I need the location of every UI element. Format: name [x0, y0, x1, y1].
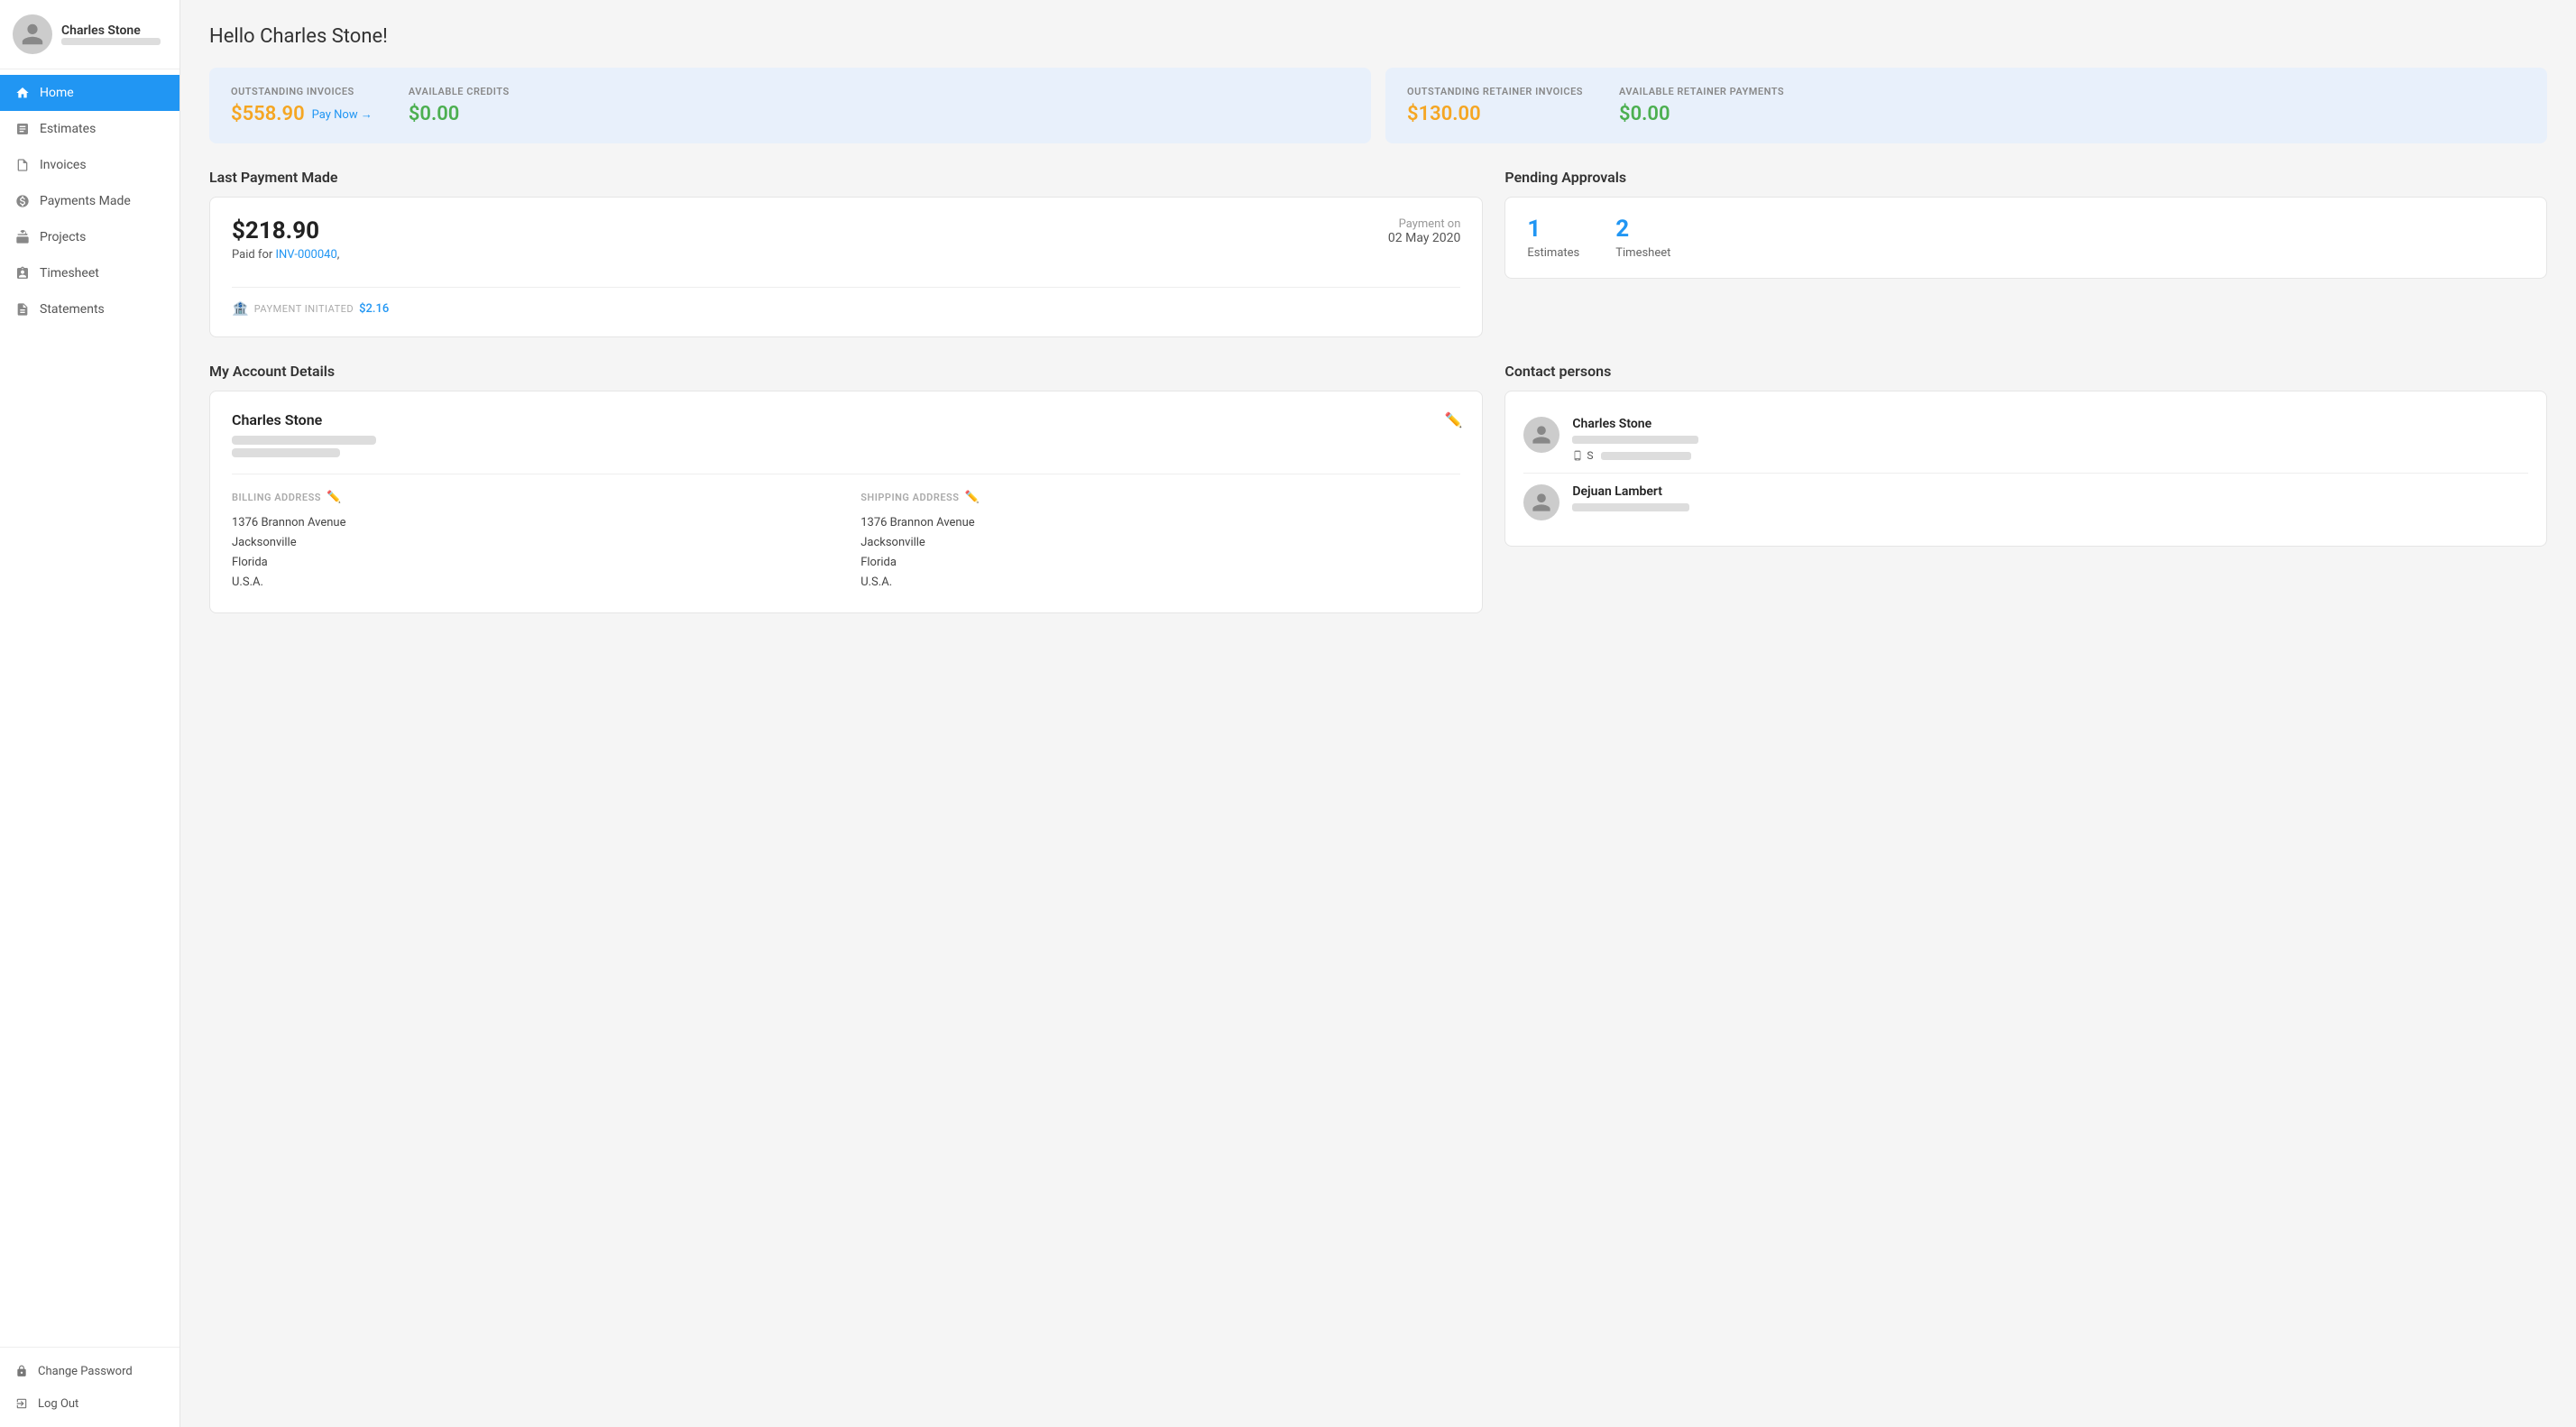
sidebar-user-info: Charles Stone	[61, 23, 161, 45]
projects-icon	[14, 229, 31, 245]
sidebar-item-timesheet[interactable]: Timesheet	[0, 255, 179, 291]
summary-row: OUTSTANDING INVOICES $558.90 Pay Now → A…	[209, 68, 2547, 143]
last-payment-desc: Paid for INV-000040,	[232, 248, 339, 262]
shipping-address-lines: 1376 Brannon AvenueJacksonvilleFloridaU.…	[860, 513, 1460, 593]
sidebar-email	[61, 38, 161, 45]
outstanding-invoices-item: OUTSTANDING INVOICES $558.90 Pay Now →	[231, 86, 373, 125]
outstanding-retainer-item: OUTSTANDING RETAINER INVOICES $130.00	[1407, 86, 1583, 125]
logout-icon	[14, 1396, 29, 1411]
pay-now-link[interactable]: Pay Now →	[312, 107, 373, 122]
address-row: BILLING ADDRESS ✏️ 1376 Brannon AvenueJa…	[232, 474, 1460, 593]
contact-phone: S	[1572, 449, 2528, 462]
home-icon	[14, 85, 31, 101]
contact-avatar-charles	[1523, 417, 1559, 453]
sidebar-item-projects[interactable]: Projects	[0, 219, 179, 255]
edit-billing-button[interactable]: ✏️	[327, 491, 342, 504]
timesheet-icon	[14, 265, 31, 281]
contact-email-blur	[1572, 436, 1698, 444]
contact-persons-card: Charles Stone S Dejua	[1504, 391, 2547, 547]
sidebar-item-statements[interactable]: Statements	[0, 291, 179, 327]
contact-person-dejuan: Dejuan Lambert	[1523, 473, 2528, 531]
edit-account-button[interactable]: ✏️	[1444, 411, 1462, 428]
account-details-col: My Account Details Charles Stone ✏️ BILL…	[209, 363, 1483, 613]
payment-initiated-row: 🏦 PAYMENT INITIATED $2.16	[232, 287, 1460, 317]
contact-info-dejuan: Dejuan Lambert	[1572, 484, 2528, 516]
phone-blur	[1601, 452, 1691, 460]
available-credits-item: AVAILABLE CREDITS $0.00	[409, 86, 510, 125]
pending-estimates-item: 1 Estimates	[1527, 216, 1579, 260]
contact-person-charles: Charles Stone S	[1523, 406, 2528, 473]
last-payment-col: Last Payment Made $218.90 Paid for INV-0…	[209, 169, 1483, 337]
summary-card-retainer: OUTSTANDING RETAINER INVOICES $130.00 AV…	[1385, 68, 2547, 143]
sidebar-item-payments[interactable]: Payments Made	[0, 183, 179, 219]
billing-address-lines: 1376 Brannon AvenueJacksonvilleFloridaU.…	[232, 513, 832, 593]
sidebar-item-log-out[interactable]: Log Out	[0, 1387, 179, 1420]
sidebar-item-home[interactable]: Home	[0, 75, 179, 111]
last-payment-card: $218.90 Paid for INV-000040, Payment on …	[209, 197, 1483, 337]
pending-timesheet-item: 2 Timesheet	[1615, 216, 1670, 260]
edit-shipping-button[interactable]: ✏️	[964, 491, 980, 504]
lock-icon	[14, 1364, 29, 1378]
sidebar-item-change-password[interactable]: Change Password	[0, 1355, 179, 1387]
payments-icon	[14, 193, 31, 209]
account-info-line-2	[232, 448, 340, 457]
sidebar-item-estimates[interactable]: Estimates	[0, 111, 179, 147]
estimates-icon	[14, 121, 31, 137]
contact-persons-col: Contact persons Charles Stone S	[1504, 363, 2547, 613]
sidebar-username: Charles Stone	[61, 23, 161, 38]
sidebar-bottom: Change Password Log Out	[0, 1347, 179, 1427]
sidebar-header: Charles Stone	[0, 0, 179, 69]
last-payment-right: Payment on 02 May 2020	[1388, 217, 1461, 245]
contact-info-charles: Charles Stone S	[1572, 417, 2528, 462]
available-retainer-item: AVAILABLE RETAINER PAYMENTS $0.00	[1619, 86, 1784, 125]
invoice-link[interactable]: INV-000040	[276, 248, 337, 262]
sidebar-nav: Home Estimates Invoices Payments Made	[0, 69, 179, 1347]
invoices-icon	[14, 157, 31, 173]
two-col-account: My Account Details Charles Stone ✏️ BILL…	[209, 363, 2547, 613]
last-payment-left: $218.90 Paid for INV-000040,	[232, 217, 339, 274]
main-content: Hello Charles Stone! OUTSTANDING INVOICE…	[180, 0, 2576, 1427]
outstanding-invoices-value: $558.90 Pay Now →	[231, 103, 373, 125]
last-payment-top: $218.90 Paid for INV-000040, Payment on …	[232, 217, 1460, 274]
statements-icon	[14, 301, 31, 318]
contact-avatar-dejuan	[1523, 484, 1559, 520]
sidebar: Charles Stone Home Estimates Invoices	[0, 0, 180, 1427]
avatar	[13, 14, 52, 54]
sidebar-item-invoices[interactable]: Invoices	[0, 147, 179, 183]
billing-address-col: BILLING ADDRESS ✏️ 1376 Brannon AvenueJa…	[232, 491, 832, 593]
pending-approvals-card: 1 Estimates 2 Timesheet	[1504, 197, 2547, 279]
bank-icon: 🏦	[232, 300, 249, 317]
account-info-line-1	[232, 436, 376, 445]
two-col-payment: Last Payment Made $218.90 Paid for INV-0…	[209, 169, 2547, 337]
dejuan-email-blur	[1572, 503, 1689, 511]
shipping-address-col: SHIPPING ADDRESS ✏️ 1376 Brannon AvenueJ…	[860, 491, 1460, 593]
account-details-card: Charles Stone ✏️ BILLING ADDRESS ✏️ 1376…	[209, 391, 1483, 613]
pending-approvals-col: Pending Approvals 1 Estimates 2 Timeshee…	[1504, 169, 2547, 337]
summary-card-invoices: OUTSTANDING INVOICES $558.90 Pay Now → A…	[209, 68, 1371, 143]
page-greeting: Hello Charles Stone!	[209, 25, 2547, 48]
